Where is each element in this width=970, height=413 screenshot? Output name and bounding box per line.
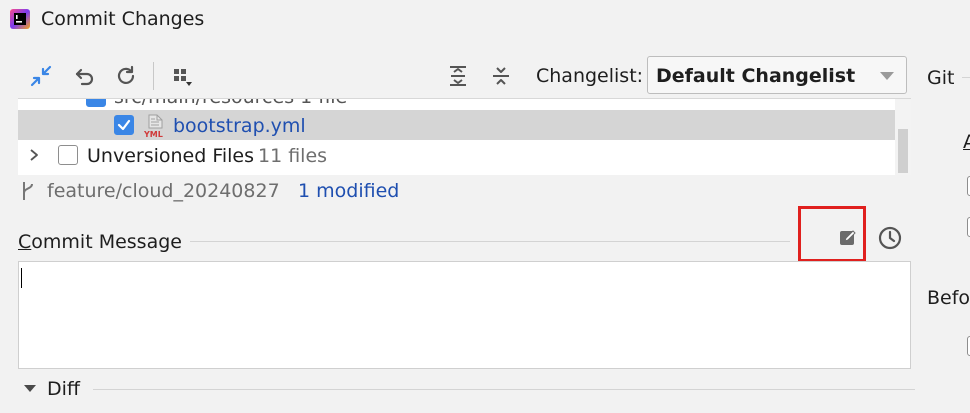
svg-text:YML: YML	[144, 130, 163, 138]
diff-label[interactable]: Diff	[47, 376, 80, 402]
branch-name: feature/cloud_20240827	[47, 180, 280, 202]
modified-count[interactable]: 1 modified	[298, 178, 399, 204]
refresh-icon[interactable]	[112, 62, 140, 90]
history-icon[interactable]	[877, 225, 903, 251]
collapse-arrows-icon[interactable]	[27, 62, 55, 90]
commit-message-input[interactable]	[18, 261, 911, 369]
text-caret	[21, 268, 22, 288]
tree-scrollbar-thumb[interactable]	[898, 129, 908, 173]
git-options-panel	[915, 38, 970, 413]
git-section-label: Git	[927, 67, 955, 89]
git-section-divider	[962, 77, 970, 78]
chevron-right-icon[interactable]	[28, 147, 40, 163]
unversioned-files-label: Unversioned Files	[87, 145, 255, 167]
changelist-value: Default Changelist	[656, 65, 856, 87]
chevron-down-icon	[880, 72, 894, 80]
tree-row-checkbox-partial[interactable]	[86, 99, 106, 107]
window-title: Commit Changes	[41, 8, 205, 30]
highlight-box	[798, 206, 866, 262]
before-commit-label-partial: Befo	[927, 287, 970, 309]
group-by-icon[interactable]	[168, 62, 196, 90]
tree-row-partial-text: src/main/resources 1 file	[114, 99, 347, 110]
commit-message-label: Commit Message	[18, 231, 182, 253]
file-checkbox-bootstrap[interactable]	[114, 115, 134, 135]
rollback-icon[interactable]	[71, 62, 99, 90]
changes-tree[interactable]: src/main/resources 1 file YML bootstrap.…	[18, 98, 911, 175]
diff-toggle-icon[interactable]	[24, 385, 36, 392]
unversioned-files-count: 11 files	[258, 145, 328, 167]
expand-all-icon[interactable]	[444, 62, 472, 90]
collapse-all-icon[interactable]	[487, 62, 515, 90]
file-name-bootstrap: bootstrap.yml	[173, 115, 306, 137]
unversioned-checkbox[interactable]	[58, 145, 78, 165]
intellij-icon	[10, 9, 30, 29]
commit-message-divider	[190, 241, 790, 242]
yml-file-icon: YML	[143, 114, 166, 139]
changelist-dropdown[interactable]: Default Changelist	[647, 56, 907, 94]
tree-scrollbar[interactable]	[895, 99, 911, 175]
title-bar: Commit Changes	[0, 0, 970, 38]
diff-divider	[93, 389, 970, 390]
toolbar-separator	[153, 62, 154, 90]
git-branch-icon	[20, 180, 36, 206]
changelist-label: Changelist:	[536, 65, 644, 87]
amend-label-partial: A	[963, 131, 970, 153]
